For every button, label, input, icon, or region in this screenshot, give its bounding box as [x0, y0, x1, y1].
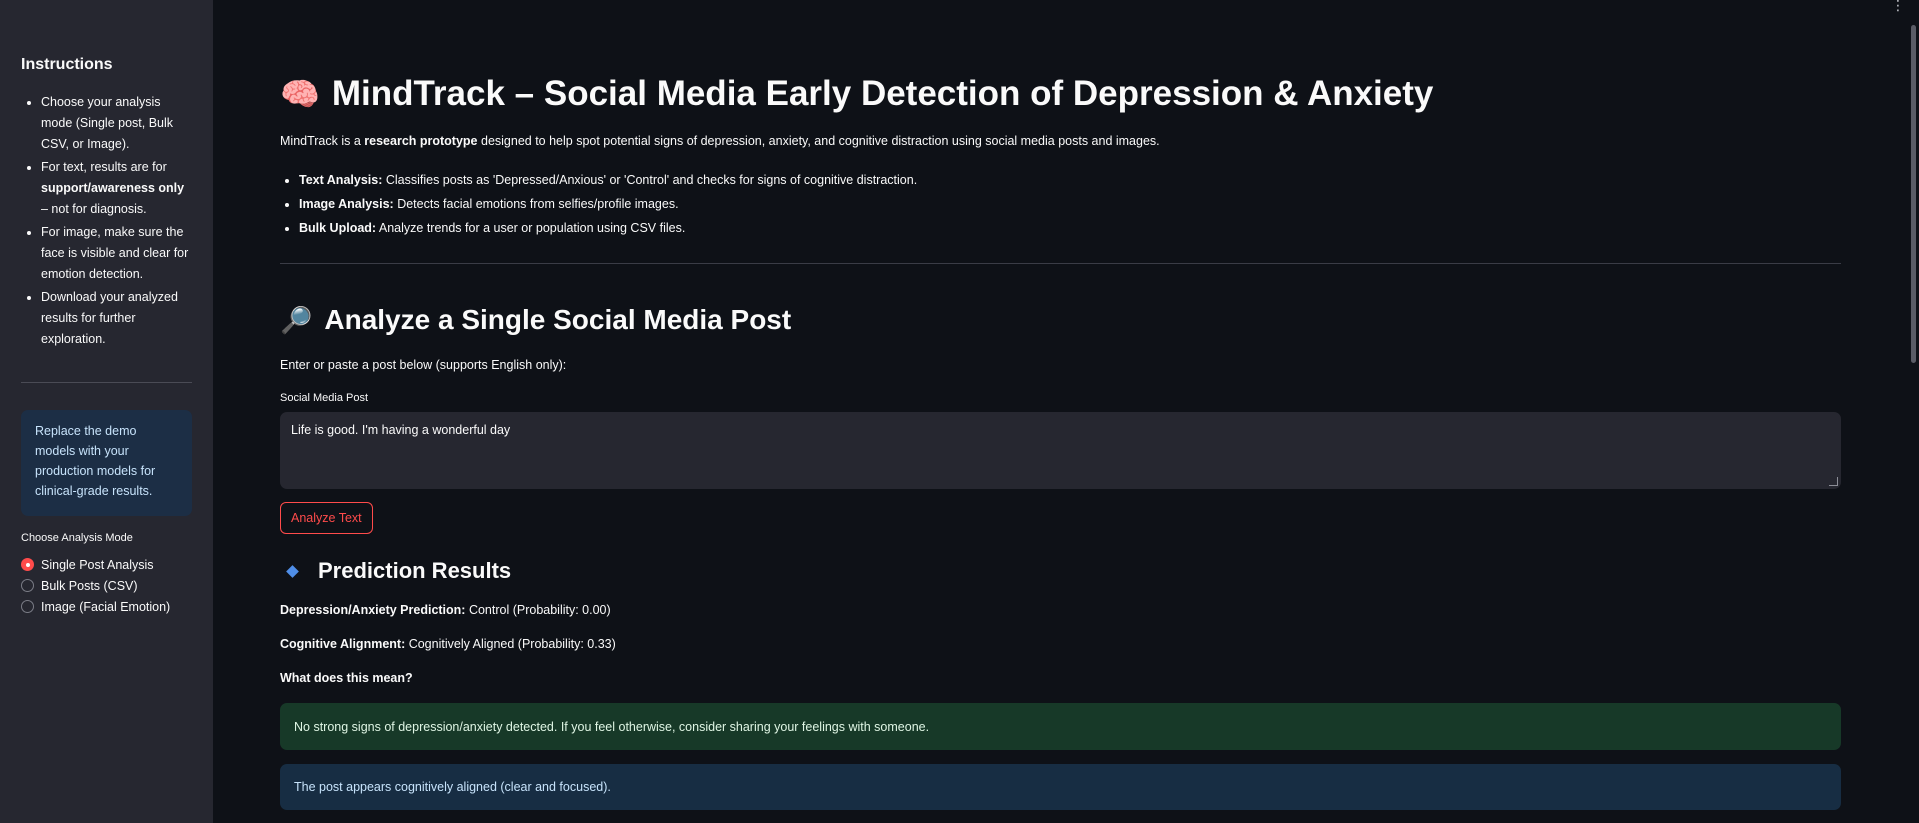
mode-label: Choose Analysis Mode [21, 532, 133, 544]
post-instructions: Enter or paste a post below (supports En… [280, 358, 567, 372]
radio-single-post[interactable]: Single Post Analysis [21, 554, 170, 575]
resize-handle-icon[interactable] [1829, 477, 1838, 486]
instruction-item: Download your analyzed results for furth… [41, 287, 193, 350]
info-box: Replace the demo models with your produc… [21, 410, 192, 516]
radio-unselected-icon [21, 600, 34, 613]
feature-item: Image Analysis: Detects facial emotions … [299, 192, 917, 216]
diamond-icon [286, 564, 299, 578]
cognitive-prediction: Cognitive Alignment: Cognitively Aligned… [280, 637, 616, 651]
results-heading: Prediction Results [280, 558, 511, 584]
mode-radio-group: Single Post Analysis Bulk Posts (CSV) Im… [21, 554, 170, 617]
results-heading-text: Prediction Results [318, 558, 512, 583]
radio-image[interactable]: Image (Facial Emotion) [21, 596, 170, 617]
brain-icon: 🧠 [280, 76, 320, 112]
scrollbar[interactable] [1907, 0, 1919, 823]
feature-list: Text Analysis: Classifies posts as 'Depr… [280, 168, 917, 240]
success-alert: No strong signs of depression/anxiety de… [280, 703, 1841, 750]
magnifier-icon: 🔎 [280, 304, 313, 335]
sidebar-divider [21, 382, 192, 383]
instruction-item: For text, results are for support/awaren… [41, 157, 193, 220]
more-menu-icon[interactable]: ⋮ [1891, 0, 1905, 12]
radio-label: Single Post Analysis [41, 557, 154, 572]
page-title-text: MindTrack – Social Media Early Detection… [331, 74, 1434, 113]
radio-selected-icon [21, 558, 34, 571]
instructions-list: Choose your analysis mode (Single post, … [21, 92, 193, 352]
intro-paragraph: MindTrack is a research prototype design… [280, 134, 1160, 148]
analyze-text-button[interactable]: Analyze Text [280, 502, 373, 534]
meaning-heading: What does this mean? [280, 671, 413, 685]
sidebar-title: Instructions [21, 56, 113, 73]
radio-label: Image (Facial Emotion) [41, 599, 171, 614]
instruction-item: Choose your analysis mode (Single post, … [41, 92, 193, 155]
post-text: Life is good. I'm having a wonderful day [291, 423, 511, 437]
section-divider [280, 263, 1841, 264]
scrollbar-thumb[interactable] [1911, 25, 1916, 363]
radio-unselected-icon [21, 579, 34, 592]
section-heading: 🔎 Analyze a Single Social Media Post [280, 304, 791, 336]
instruction-item: For image, make sure the face is visible… [41, 222, 193, 285]
feature-item: Bulk Upload: Analyze trends for a user o… [299, 216, 917, 240]
page-title: 🧠 MindTrack – Social Media Early Detecti… [280, 74, 1433, 114]
post-textarea[interactable]: Life is good. I'm having a wonderful day [280, 412, 1841, 489]
sidebar: Instructions Choose your analysis mode (… [0, 0, 213, 823]
info-alert: The post appears cognitively aligned (cl… [280, 764, 1841, 810]
radio-label: Bulk Posts (CSV) [41, 578, 138, 593]
radio-bulk-posts[interactable]: Bulk Posts (CSV) [21, 575, 170, 596]
feature-item: Text Analysis: Classifies posts as 'Depr… [299, 168, 917, 192]
section-heading-text: Analyze a Single Social Media Post [324, 304, 792, 335]
post-field-label: Social Media Post [280, 392, 369, 404]
depression-prediction: Depression/Anxiety Prediction: Control (… [280, 603, 611, 617]
